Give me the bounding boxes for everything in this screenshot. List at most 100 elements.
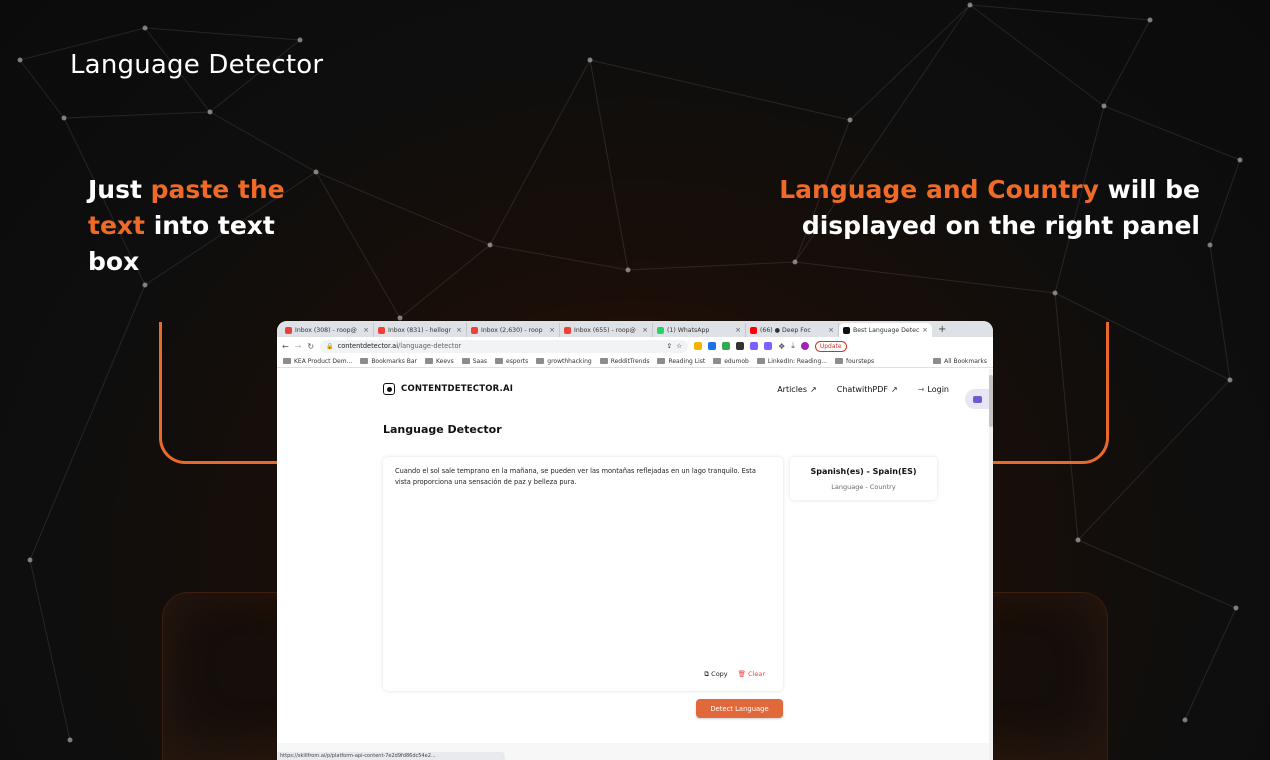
browser-tab[interactable]: (66) ● Deep Foc × (746, 323, 839, 337)
network-node (1182, 717, 1188, 723)
network-node (17, 57, 23, 63)
browser-tab[interactable]: Inbox (308) - roop@ × (281, 323, 374, 337)
back-icon[interactable]: ← (282, 342, 289, 351)
gmail-icon (471, 326, 478, 334)
youtube-icon (750, 326, 757, 334)
close-icon[interactable]: × (735, 326, 741, 334)
bookmarks-bar: KEA Product Dem... Bookmarks Bar Keevs Saas… (277, 355, 993, 368)
bookmark-item[interactable]: Reading List (657, 358, 705, 365)
gmail-icon (378, 326, 385, 334)
bookmark-item[interactable]: foursteps (835, 358, 874, 365)
extension-icon[interactable] (694, 342, 703, 350)
network-node (1147, 17, 1153, 23)
extension-icon[interactable] (764, 342, 773, 350)
network-node (142, 25, 148, 31)
browser-tab[interactable]: Inbox (655) - roop@ × (560, 323, 653, 337)
star-icon[interactable]: ☆ (676, 342, 682, 350)
close-icon[interactable]: × (456, 326, 462, 334)
network-node (792, 259, 798, 265)
copy-icon: ⧉ (704, 670, 710, 678)
network-node (967, 2, 973, 8)
network-line (63, 111, 211, 119)
extension-icon[interactable] (708, 342, 717, 350)
network-line (144, 27, 301, 41)
network-line (1209, 244, 1231, 381)
nav-articles[interactable]: Articles ↗ (777, 385, 817, 394)
scrollbar[interactable] (989, 369, 993, 760)
contentdetector-icon (843, 326, 850, 334)
detect-language-button[interactable]: Detect Language (696, 699, 783, 718)
network-node (847, 117, 853, 123)
bookmark-item[interactable]: edumob (713, 358, 749, 365)
close-icon[interactable]: × (549, 326, 555, 334)
folder-icon (599, 358, 608, 364)
close-icon[interactable]: × (828, 326, 834, 334)
network-line (209, 111, 317, 173)
gmail-icon (285, 326, 292, 334)
bookmark-item[interactable]: Saas (461, 358, 487, 365)
page-title: Language Detector (383, 423, 502, 436)
network-node (487, 242, 493, 248)
network-node (1075, 537, 1081, 543)
forward-icon[interactable]: → (295, 342, 302, 351)
network-node (625, 267, 631, 273)
browser-tab[interactable]: Inbox (831) - hellogr × (374, 323, 467, 337)
network-node (297, 37, 303, 43)
network-node (1233, 605, 1239, 611)
nav-login[interactable]: ⇾ Login (918, 385, 949, 394)
external-link-icon: ↗ (891, 384, 898, 394)
whatsapp-icon (657, 326, 664, 334)
nav-chatwithpdf[interactable]: ChatwithPDF ↗ (837, 385, 898, 394)
share-icon[interactable]: ⇪ (667, 342, 673, 350)
puzzle-icon[interactable]: ❖ (778, 342, 785, 351)
network-line (29, 559, 71, 741)
network-line (399, 244, 491, 319)
all-bookmarks[interactable]: All Bookmarks (933, 358, 987, 365)
chatbot-icon[interactable] (965, 389, 989, 409)
left-caption: Just paste the text into text box (88, 175, 285, 276)
reload-icon[interactable]: ↻ (307, 342, 314, 351)
close-icon[interactable]: × (922, 326, 928, 334)
hero-title: Language Detector (70, 50, 324, 80)
download-icon[interactable]: ⤓ (791, 341, 795, 351)
network-node (1227, 377, 1233, 383)
site-logo[interactable]: CONTENTDETECTOR.AI (401, 384, 513, 394)
copy-button[interactable]: ⧉ Copy (704, 670, 727, 679)
browser-tab[interactable]: Best Language Detec × (839, 323, 932, 337)
extension-icon[interactable] (722, 342, 731, 350)
bookmark-item[interactable]: RedditTrends (599, 358, 649, 365)
update-button[interactable]: Update (814, 340, 847, 352)
network-node (142, 282, 148, 288)
right-bracket-line (992, 322, 1109, 464)
text-input-content[interactable]: Cuando el sol sale temprano en la mañana… (383, 457, 783, 496)
browser-tab[interactable]: Inbox (2,630) - roop × (467, 323, 560, 337)
network-line (1103, 19, 1151, 107)
close-icon[interactable]: × (642, 326, 648, 334)
network-node (61, 115, 67, 121)
avatar[interactable] (800, 342, 809, 350)
folder-icon (425, 358, 434, 364)
bookmark-item[interactable]: KEA Product Dem... (283, 358, 352, 365)
address-bar[interactable]: 🔒 contentdetector.ai/language-detector ⇪… (320, 339, 689, 353)
extension-icon[interactable] (750, 342, 759, 350)
clear-button[interactable]: 🗑 Clear (738, 670, 765, 679)
folder-icon (835, 358, 844, 364)
bookmark-item[interactable]: growthhacking (536, 358, 592, 365)
close-icon[interactable]: × (363, 326, 369, 334)
bookmark-item[interactable]: esports (495, 358, 528, 365)
network-line (315, 171, 491, 246)
bookmark-item[interactable]: LinkedIn: Reading... (756, 358, 827, 365)
network-node (587, 57, 593, 63)
trash-icon: 🗑 (737, 670, 746, 678)
new-tab-button[interactable]: + (932, 323, 952, 337)
bookmark-item[interactable]: Bookmarks Bar (360, 358, 417, 365)
browser-tab[interactable]: (1) WhatsApp × (653, 323, 746, 337)
network-line (315, 171, 401, 319)
bookmark-item[interactable]: Keevs (425, 358, 454, 365)
network-line (849, 4, 971, 121)
network-line (589, 59, 851, 121)
extension-icon[interactable] (736, 342, 745, 350)
network-node (1101, 103, 1107, 109)
network-line (29, 284, 146, 561)
text-input[interactable]: Cuando el sol sale temprano en la mañana… (383, 457, 783, 691)
